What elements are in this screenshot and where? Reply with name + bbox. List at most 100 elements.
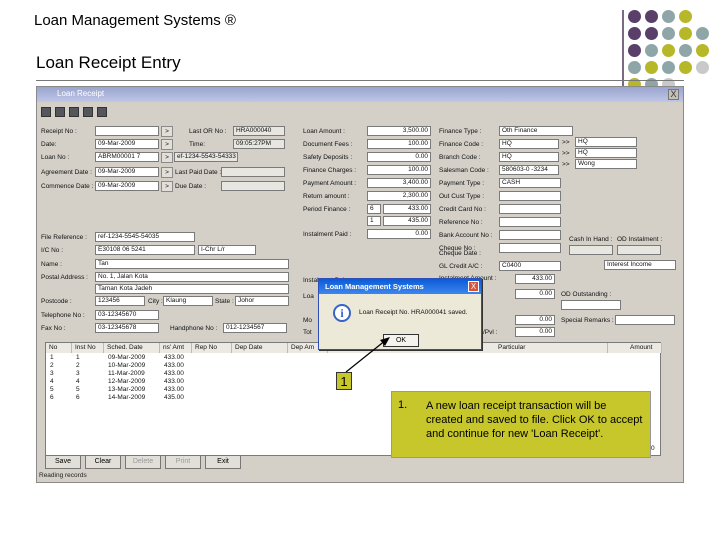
salesman-code-field[interactable]: 580603-0 -3234: [499, 165, 559, 175]
commence-date-label: Commence Date :: [41, 183, 94, 190]
row-amt: 433.00: [164, 362, 184, 369]
doc-fees-label: Document Fees :: [303, 141, 353, 148]
doc-fees-field[interactable]: 100.00: [367, 139, 431, 149]
out-cust-type-select[interactable]: [499, 191, 561, 201]
branch-code-desc: HQ: [575, 148, 637, 158]
loan-no-field[interactable]: ABRM00001 7: [95, 152, 159, 162]
safety-deposit-field[interactable]: 0.00: [367, 152, 431, 162]
row-date: 14-Mar-2009: [108, 394, 146, 401]
loan-lookup-button[interactable]: >: [161, 152, 173, 163]
table-row[interactable]: 3 3 11-Mar-2009 433.00: [50, 370, 196, 377]
name-label: Name :: [41, 261, 62, 268]
fax-field[interactable]: 03-12345678: [95, 323, 159, 333]
window-title: Loan Receipt: [57, 89, 105, 98]
row-inst: 6: [76, 394, 80, 401]
od-instalment-field: [617, 245, 661, 255]
cheque-date-label: Cheque Date :: [439, 250, 481, 257]
name-field[interactable]: Tan: [95, 259, 289, 269]
file-ref-label: File Reference :: [41, 234, 87, 241]
gl-credit-field[interactable]: C0400: [499, 261, 561, 271]
state-field[interactable]: Johor: [235, 296, 289, 306]
callout-marker: 1: [336, 372, 352, 390]
instalment-paid-field[interactable]: 0.00: [367, 229, 431, 239]
city-field[interactable]: Klaung: [163, 296, 213, 306]
return-amount-field[interactable]: 2,300.00: [367, 191, 431, 201]
time-label: Time:: [189, 141, 206, 148]
table-row[interactable]: 6 6 14-Mar-2009 435.00: [50, 394, 196, 401]
credit-card-field[interactable]: [499, 204, 561, 214]
handphone-field[interactable]: 012-1234567: [223, 323, 287, 333]
new-icon[interactable]: [41, 107, 51, 117]
period-amount2-field[interactable]: 435.00: [383, 216, 431, 226]
row-amt: 433.00: [164, 378, 184, 385]
table-row[interactable]: 2 2 10-Mar-2009 433.00: [50, 362, 196, 369]
period-amount1-field[interactable]: 433.00: [383, 204, 431, 214]
city-label: City :: [148, 298, 163, 305]
address-line1-field[interactable]: No. 1, Jalan Kota: [95, 272, 289, 282]
agreement-date-field[interactable]: 09-Mar-2009: [95, 167, 159, 177]
commence-date-field[interactable]: 09-Mar-2009: [95, 181, 159, 191]
cheque-no-field[interactable]: [499, 243, 561, 253]
print-button[interactable]: Print: [165, 455, 201, 469]
payment-amount-field[interactable]: 3,400.00: [367, 178, 431, 188]
grid-header-amount: Amount: [608, 343, 662, 353]
delete-button[interactable]: Delete: [125, 455, 161, 469]
dialog-message: Loan Receipt No. HRA000041 saved.: [359, 309, 468, 316]
od-instalment-label: OD Instalment :: [617, 236, 663, 243]
reference-no-field[interactable]: [499, 217, 561, 227]
fax-label: Fax No :: [41, 325, 66, 332]
telephone-field[interactable]: 03-12345670: [95, 310, 159, 320]
payment-type-select[interactable]: CASH: [499, 178, 561, 188]
special-remarks-field[interactable]: [615, 315, 675, 325]
title-divider: [36, 80, 684, 81]
postcode-field[interactable]: 123456: [95, 296, 145, 306]
agreement-date-button[interactable]: >: [161, 167, 173, 178]
address-line2-field[interactable]: Taman Kota Jadeh: [95, 284, 289, 294]
save-button[interactable]: Save: [45, 455, 81, 469]
bank-account-label: Bank Account No :: [439, 232, 493, 239]
table-row[interactable]: 4 4 12-Mar-2009 433.00: [50, 378, 196, 385]
finance-type-select[interactable]: Oth Finance: [499, 126, 573, 136]
row-date: 10-Mar-2009: [108, 362, 146, 369]
print-icon[interactable]: [69, 107, 79, 117]
period-count1-field[interactable]: 6: [367, 204, 381, 214]
grid-header-sched-date: Sched. Date: [104, 343, 160, 353]
table-row[interactable]: 5 5 13-Mar-2009 433.00: [50, 386, 196, 393]
ic-field[interactable]: E30108 06 5241: [95, 245, 195, 255]
table-row[interactable]: 1 1 09-Mar-2009 433.00: [50, 354, 196, 361]
decor-vertical-line: [622, 10, 624, 88]
date-picker-button[interactable]: >: [161, 139, 173, 150]
pv-field: 0.00: [515, 327, 555, 337]
branch-code-field[interactable]: HQ: [499, 152, 559, 162]
note-number: 1.: [398, 399, 408, 411]
save-icon[interactable]: [55, 107, 65, 117]
exit-icon[interactable]: [97, 107, 107, 117]
bank-account-field[interactable]: [499, 230, 561, 240]
gl-credit-label: GL Credit A/C :: [439, 263, 483, 270]
finance-charges-label: Finance Charges :: [303, 167, 357, 174]
ic-type-select[interactable]: I-Chr L/r: [198, 245, 256, 255]
delete-icon[interactable]: [83, 107, 93, 117]
loa-label: Loa: [303, 293, 314, 300]
telephone-label: Telephone No :: [41, 312, 85, 319]
commence-date-button[interactable]: >: [161, 181, 173, 192]
clear-button[interactable]: Clear: [85, 455, 121, 469]
finance-code-arrow: >>: [562, 139, 570, 146]
salesman-code-desc: Wong: [575, 159, 637, 169]
window-close-button[interactable]: X: [668, 89, 679, 100]
last-or-field: HRA000040: [233, 126, 285, 136]
finance-code-field[interactable]: HQ: [499, 139, 559, 149]
period-count2-field[interactable]: 1: [367, 216, 381, 226]
file-ref-field[interactable]: ref-1234-5545-54035: [95, 232, 195, 242]
special-remarks-label: Special Remarks :: [561, 317, 614, 324]
receipt-no-field[interactable]: [95, 126, 159, 136]
loan-ref-field: ef-1234-5543-54333: [174, 152, 238, 162]
salesman-code-arrow: >>: [562, 161, 570, 168]
loan-amount-field[interactable]: 3,500.00: [367, 126, 431, 136]
finance-charges-field[interactable]: 100.00: [367, 165, 431, 175]
receipt-lookup-button[interactable]: >: [161, 126, 173, 137]
date-field[interactable]: 09-Mar-2009: [95, 139, 159, 149]
exit-button[interactable]: Exit: [205, 455, 241, 469]
out-cust-type-label: Out Cust Type :: [439, 193, 485, 200]
dialog-close-button[interactable]: X: [468, 281, 479, 292]
